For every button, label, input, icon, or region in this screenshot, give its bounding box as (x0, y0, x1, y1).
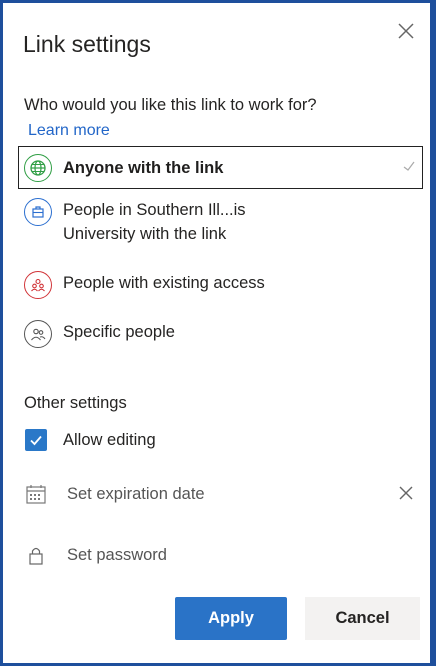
expiration-date-field[interactable]: Set expiration date (25, 483, 205, 505)
option-label: Specific people (63, 323, 175, 341)
option-label-line1: People in Southern Ill...is (63, 201, 246, 219)
apply-button[interactable]: Apply (175, 597, 287, 640)
calendar-icon (26, 485, 46, 504)
learn-more-link[interactable]: Learn more (28, 122, 110, 140)
link-settings-dialog: Link settings Who would you like this li… (3, 3, 430, 663)
close-icon[interactable] (396, 21, 416, 41)
expiration-date-placeholder: Set expiration date (67, 484, 205, 503)
option-specific-people[interactable]: Specific people (18, 320, 423, 348)
checkmark-icon (403, 161, 415, 171)
organization-icon (24, 198, 52, 226)
allow-editing-checkbox[interactable]: Allow editing (25, 429, 156, 451)
dialog-title: Link settings (23, 31, 151, 57)
checkbox-checked-icon (25, 429, 47, 451)
cancel-button[interactable]: Cancel (305, 597, 420, 640)
option-label-group: People in Southern Ill...is University w… (63, 198, 246, 246)
people-icon (24, 320, 52, 348)
option-anyone-with-link[interactable]: Anyone with the link (18, 146, 423, 189)
option-label: Anyone with the link (63, 158, 224, 177)
option-people-in-organization[interactable]: People in Southern Ill...is University w… (18, 198, 423, 246)
clear-date-icon[interactable] (398, 485, 414, 501)
option-label-line2: University with the link (63, 225, 227, 243)
option-people-with-existing-access[interactable]: People with existing access (18, 271, 423, 299)
globe-icon (24, 153, 52, 182)
audience-question: Who would you like this link to work for… (24, 96, 317, 114)
password-placeholder: Set password (67, 545, 167, 564)
other-settings-heading: Other settings (24, 394, 127, 412)
lock-icon (29, 547, 43, 565)
people-group-icon (24, 271, 52, 299)
password-field[interactable]: Set password (25, 544, 167, 566)
allow-editing-label: Allow editing (63, 430, 156, 449)
option-label: People with existing access (63, 274, 265, 292)
